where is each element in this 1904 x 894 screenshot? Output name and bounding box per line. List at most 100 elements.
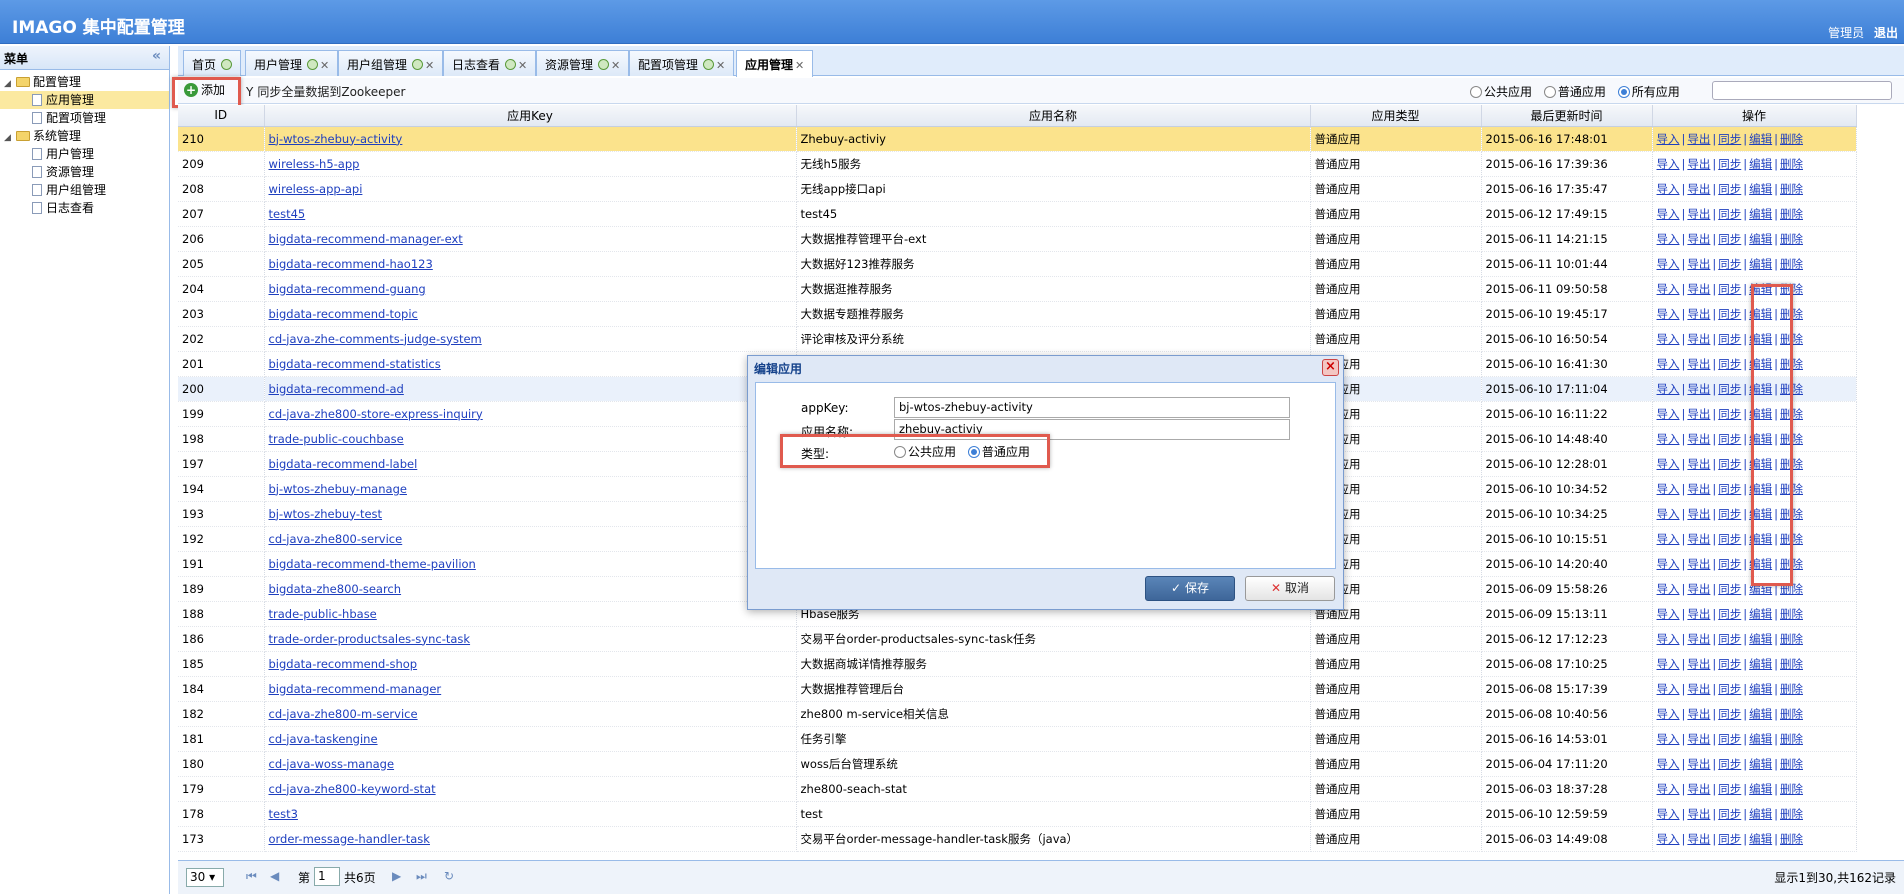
radio-icon[interactable] [1543,86,1556,98]
delete-link[interactable]: 删除 [1780,832,1803,846]
sidebar-item-resources[interactable]: 资源管理 [0,163,169,181]
edit-link[interactable]: 编辑 [1749,257,1772,271]
cell-appkey[interactable]: wireless-app-api [264,176,797,202]
table-row[interactable]: 205 bigdata-recommend-hao123 大数据好123推荐服务 普通… [178,251,1857,277]
table-row[interactable]: 206 bigdata-recommend-manager-ext 大数据推荐管理平… [178,226,1857,252]
export-link[interactable]: 导出 [1687,432,1710,446]
sync-link[interactable]: 同步 [1718,407,1741,421]
refresh-icon[interactable] [307,59,319,70]
edit-link[interactable]: 编辑 [1749,782,1772,796]
col-header-apptype[interactable]: 应用类型 [1310,105,1482,127]
appkey-link[interactable]: wireless-h5-app [269,157,360,171]
radio-icon[interactable] [1470,86,1482,98]
refresh-icon[interactable] [505,59,517,70]
delete-link[interactable]: 删除 [1780,632,1803,646]
import-link[interactable]: 导入 [1657,307,1680,321]
table-row[interactable]: 185 bigdata-recommend-shop 大数据商城详情推荐服务 普通应用… [178,651,1857,677]
table-row[interactable]: 202 cd-java-zhe-comments-judge-system 评论审核… [178,326,1857,352]
sync-link[interactable]: 同步 [1718,807,1741,821]
import-link[interactable]: 导入 [1657,557,1680,571]
tab-user-groups[interactable]: 用户组管理 ✕ [338,50,444,76]
sync-link[interactable]: 同步 [1718,182,1741,196]
cell-appkey[interactable]: bigdata-recommend-manager-ext [264,226,797,252]
import-link[interactable]: 导入 [1657,432,1680,446]
edit-link[interactable]: 编辑 [1749,682,1772,696]
cell-appkey[interactable]: bigdata-recommend-theme-pavilion [264,551,797,577]
sidebar-item-user-groups[interactable]: 用户组管理 [0,181,169,199]
import-link[interactable]: 导入 [1657,132,1680,146]
sync-link[interactable]: 同步 [1718,457,1741,471]
edit-link[interactable]: 编辑 [1749,207,1772,221]
delete-link[interactable]: 删除 [1780,132,1803,146]
sync-link[interactable]: 同步 [1718,307,1741,321]
appkey-link[interactable]: cd-java-woss-manage [269,757,395,771]
close-icon[interactable]: ✕ [795,59,804,72]
prev-page-icon[interactable]: ◀ [270,869,279,883]
appkey-link[interactable]: bigdata-recommend-ad [269,382,404,396]
edit-link[interactable]: 编辑 [1749,182,1772,196]
export-link[interactable]: 导出 [1687,682,1710,696]
export-link[interactable]: 导出 [1687,707,1710,721]
sync-link[interactable]: 同步 [1718,607,1741,621]
table-row[interactable]: 207 test45 test45 普通应用 2015-06-12 17:49:15 导入… [178,201,1857,227]
page-number-input[interactable]: 1 [314,867,340,886]
delete-link[interactable]: 删除 [1780,232,1803,246]
edit-link[interactable]: 编辑 [1749,232,1772,246]
delete-link[interactable]: 删除 [1780,257,1803,271]
sync-link[interactable]: 同步 [1718,732,1741,746]
import-link[interactable]: 导入 [1657,632,1680,646]
appkey-link[interactable]: bigdata-recommend-manager-ext [269,232,463,246]
col-header-id[interactable]: ID [178,105,265,127]
cell-appkey[interactable]: bigdata-recommend-statistics [264,351,797,377]
import-link[interactable]: 导入 [1657,207,1680,221]
import-link[interactable]: 导入 [1657,757,1680,771]
radio-icon[interactable] [1617,86,1630,98]
table-row[interactable]: 182 cd-java-zhe800-m-service zhe800 m-serv… [178,701,1857,727]
appkey-link[interactable]: cd-java-zhe800-store-express-inquiry [269,407,483,421]
filter-public-radio[interactable]: 公共应用 [1470,85,1532,99]
sync-link[interactable]: 同步 [1718,157,1741,171]
table-row[interactable]: 186 trade-order-productsales-sync-task 交易平… [178,626,1857,652]
sync-link[interactable]: 同步 [1718,707,1741,721]
appkey-link[interactable]: test45 [269,207,306,221]
sync-link[interactable]: 同步 [1718,232,1741,246]
collapse-icon[interactable]: « [152,48,161,64]
sync-zookeeper-button[interactable]: Y 同步全量数据到Zookeeper [246,83,405,100]
sync-link[interactable]: 同步 [1718,682,1741,696]
edit-link[interactable]: 编辑 [1749,707,1772,721]
edit-link[interactable]: 编辑 [1749,732,1772,746]
export-link[interactable]: 导出 [1687,357,1710,371]
table-row[interactable]: 203 bigdata-recommend-topic 大数据专题推荐服务 普通应用 2… [178,301,1857,327]
sidebar-item-config-manage[interactable]: 配置项管理 [0,109,169,127]
export-link[interactable]: 导出 [1687,532,1710,546]
logout-link[interactable]: 退出 [1874,26,1898,40]
edit-link[interactable]: 编辑 [1749,632,1772,646]
edit-link[interactable]: 编辑 [1749,132,1772,146]
next-page-icon[interactable]: ▶ [392,869,401,883]
sidebar-item-users[interactable]: 用户管理 [0,145,169,163]
edit-link[interactable]: 编辑 [1749,657,1772,671]
export-link[interactable]: 导出 [1687,407,1710,421]
close-icon[interactable]: ✕ [518,59,527,72]
sync-link[interactable]: 同步 [1718,507,1741,521]
tab-app-manage[interactable]: 应用管理 ✕ [736,50,814,77]
table-row[interactable]: 209 wireless-h5-app 无线h5服务 普通应用 2015-06-16 1… [178,151,1857,177]
import-link[interactable]: 导入 [1657,257,1680,271]
refresh-icon[interactable] [598,59,610,70]
appkey-link[interactable]: cd-java-zhe-comments-judge-system [269,332,482,346]
export-link[interactable]: 导出 [1687,782,1710,796]
delete-link[interactable]: 删除 [1780,782,1803,796]
appkey-link[interactable]: cd-java-zhe800-m-service [269,707,418,721]
edit-link[interactable]: 编辑 [1749,607,1772,621]
import-link[interactable]: 导入 [1657,282,1680,296]
close-icon[interactable]: × [1322,359,1339,376]
appkey-link[interactable]: bigdata-recommend-shop [269,657,418,671]
export-link[interactable]: 导出 [1687,257,1710,271]
delete-link[interactable]: 删除 [1780,682,1803,696]
close-icon[interactable]: ✕ [425,59,434,72]
cell-appkey[interactable]: cd-java-zhe800-service [264,526,797,552]
import-link[interactable]: 导入 [1657,682,1680,696]
cell-appkey[interactable]: trade-public-hbase [264,601,797,627]
page-size-select[interactable]: 30 ▾ [186,868,224,887]
import-link[interactable]: 导入 [1657,332,1680,346]
